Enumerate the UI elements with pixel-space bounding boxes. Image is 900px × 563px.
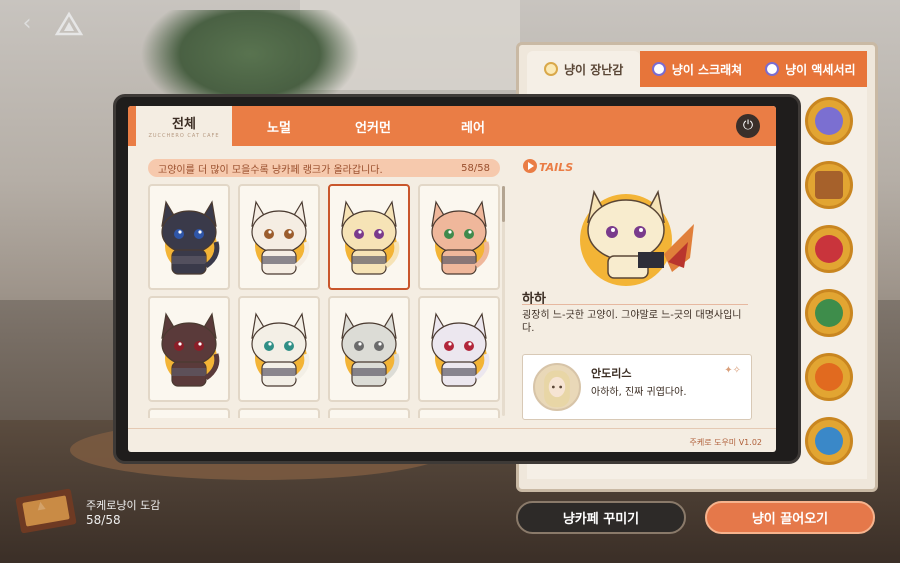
scrollbar-thumb[interactable]	[502, 186, 505, 222]
tab-sub-label: ZUCCHERO CAT CAFE	[148, 133, 220, 139]
tab-label: 노멀	[267, 120, 291, 136]
ball-toy-icon	[815, 235, 843, 263]
tab-label: 언커먼	[355, 120, 391, 136]
back-icon: ‹	[22, 11, 32, 36]
back-button[interactable]: ‹	[14, 10, 40, 38]
tab-all[interactable]: 전체 ZUCCHERO CAT CAFE	[136, 106, 232, 146]
tab-label: 전체	[172, 117, 196, 132]
comment-box: 안도리스 아하하, 진짜 귀엽다아. ✦✧	[522, 354, 752, 420]
cat-card[interactable]	[328, 408, 410, 418]
scratcher-tab-icon	[651, 62, 666, 76]
watermelon-toy-icon	[815, 299, 843, 327]
sparkle-icon: ✦✧	[724, 365, 741, 376]
toy-item[interactable]	[805, 417, 853, 465]
cat-grid	[148, 184, 508, 418]
cat-card[interactable]	[418, 184, 500, 290]
decorate-cafe-button[interactable]: 냥카페 꾸미기	[516, 501, 686, 534]
cat-icon	[341, 312, 400, 387]
cat-icon	[341, 200, 400, 275]
cat-card[interactable]	[328, 184, 410, 290]
tab-uncommon[interactable]: 언커먼	[338, 106, 408, 146]
tab-label: 레어	[461, 120, 485, 136]
cat-icon	[431, 200, 490, 275]
cat-card[interactable]	[238, 296, 320, 402]
tab-cat-scratchers[interactable]: 냥이 스크래쳐	[640, 51, 754, 87]
bird-toy-icon	[815, 427, 843, 455]
cat-card[interactable]	[148, 296, 230, 402]
cat-card[interactable]	[418, 296, 500, 402]
collection-info-bar: 고양이를 더 많이 모을수록 냥카페 랭크가 올라갑니다. 58/58	[148, 159, 500, 177]
toy-panel-tabs: 냥이 장난감 냥이 스크래쳐 냥이 액세서리	[527, 51, 867, 87]
cat-card[interactable]	[238, 408, 320, 418]
tab-label: 냥이 장난감	[563, 62, 624, 77]
cat-card[interactable]	[328, 296, 410, 402]
tab-cat-toys[interactable]: 냥이 장난감	[527, 51, 641, 87]
tab-label: 냥이 스크래쳐	[671, 62, 743, 77]
info-text: 고양이를 더 많이 모을수록 냥카페 랭크가 올라갑니다.	[158, 164, 383, 176]
version-label: 주케로 도우미 V1.02	[689, 438, 762, 447]
cat-book-icon[interactable]	[14, 487, 78, 533]
modal-header: 전체 ZUCCHERO CAT CAFE 노멀 언커먼 레어 ⏻	[128, 106, 776, 146]
detail-cat-portrait	[580, 189, 694, 286]
toy-item[interactable]	[805, 353, 853, 401]
toy-item[interactable]	[805, 225, 853, 273]
cat-card[interactable]	[238, 184, 320, 290]
close-button[interactable]: ⏻	[736, 114, 760, 138]
comment-text: 아하하, 진짜 귀엽다아.	[591, 387, 687, 398]
toy-tab-icon	[543, 62, 558, 76]
power-icon: ⏻	[742, 118, 754, 133]
cat-card[interactable]	[148, 184, 230, 290]
info-count: 58/58	[461, 162, 490, 174]
toy-item[interactable]	[805, 289, 853, 337]
tab-cat-accessories[interactable]: 냥이 액세서리	[753, 51, 867, 87]
cat-card[interactable]	[148, 408, 230, 418]
cat-icon	[251, 312, 310, 387]
pumpkin-toy-icon	[815, 363, 843, 391]
gift-box-toy-icon	[815, 171, 843, 199]
cat-collection-modal: 전체 ZUCCHERO CAT CAFE 노멀 언커먼 레어 ⏻ 고양이를 더 …	[128, 106, 776, 452]
accessory-tab-icon	[765, 62, 780, 76]
cat-icon	[251, 200, 310, 275]
cat-description: 굉장히 느-긋한 고양이. 그야말로 느-긋의 대명사입니다.	[522, 310, 742, 334]
home-button[interactable]	[54, 10, 84, 38]
book-count: 58/58	[86, 513, 121, 527]
avatar	[533, 363, 581, 411]
bring-cat-button[interactable]: 냥이 끌어오기	[705, 501, 875, 534]
cat-icon	[431, 312, 490, 387]
home-icon	[54, 11, 84, 36]
tab-rare[interactable]: 레어	[438, 106, 508, 146]
toy-list	[805, 97, 857, 481]
toy-item[interactable]	[805, 97, 853, 145]
divider	[522, 304, 748, 305]
book-title: 주케로냥이 도감	[86, 499, 161, 512]
tab-normal[interactable]: 노멀	[244, 106, 314, 146]
cat-icon	[161, 200, 220, 275]
commenter-name: 안도리스	[591, 367, 632, 380]
grid-scrollbar[interactable]	[502, 186, 505, 416]
cat-card[interactable]	[418, 408, 500, 418]
dolphin-toy-icon	[815, 107, 843, 135]
modal-footer: 주케로 도우미 V1.02	[128, 428, 776, 452]
cat-icon	[161, 312, 220, 387]
toy-item[interactable]	[805, 161, 853, 209]
tab-label: 냥이 액세서리	[785, 62, 856, 77]
